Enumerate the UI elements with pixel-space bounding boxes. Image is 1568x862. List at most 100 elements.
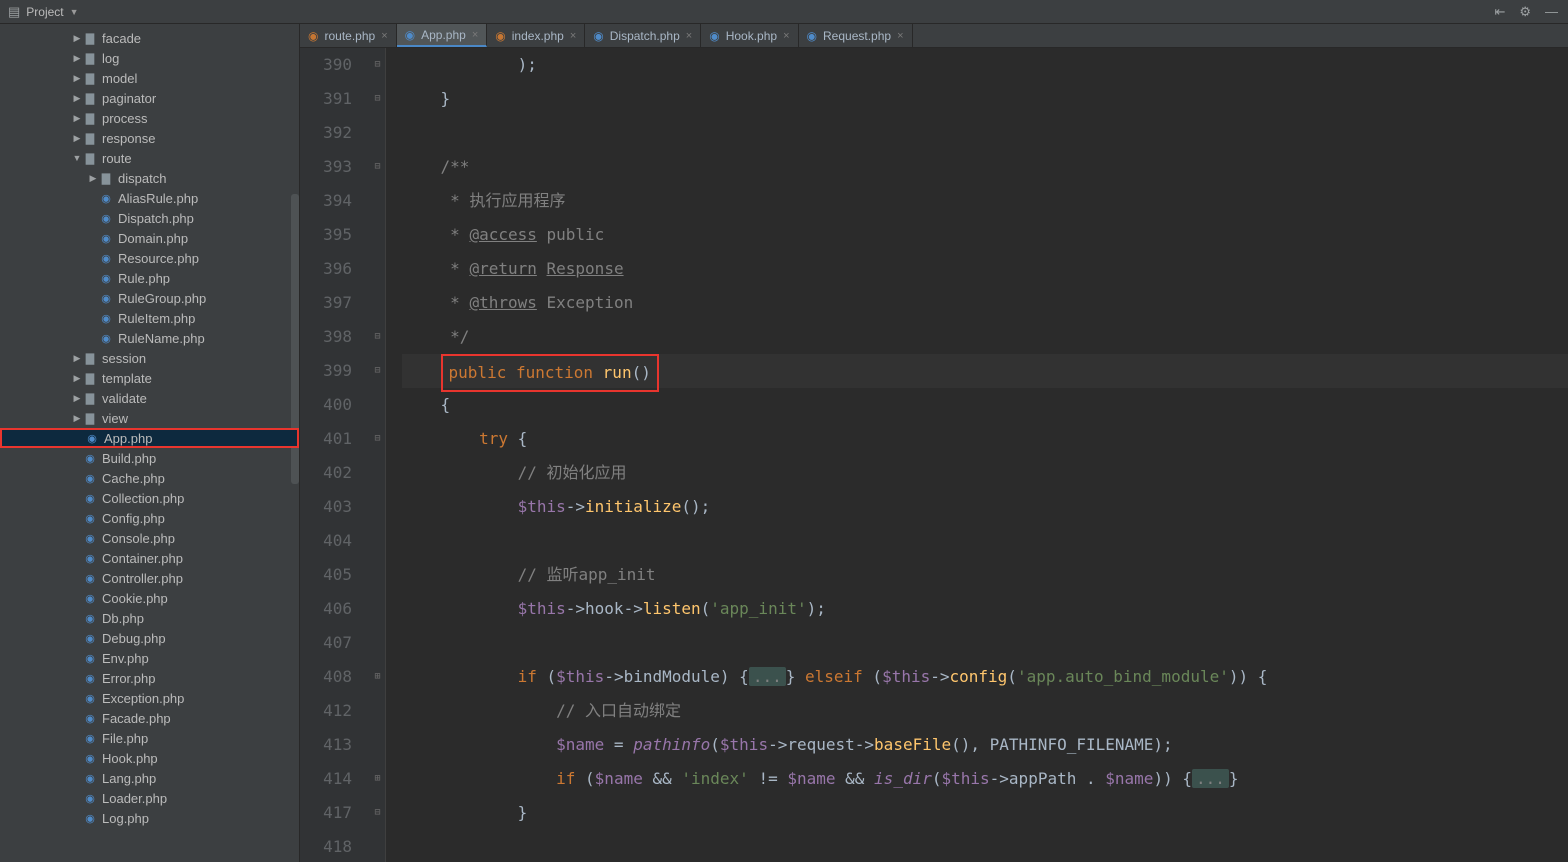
tree-twisty-icon[interactable]: ▼ [72, 153, 82, 163]
tree-twisty-icon[interactable]: ▶ [72, 393, 82, 404]
tree-item-loader-php[interactable]: ◉Loader.php [0, 788, 299, 808]
tree-item-debug-php[interactable]: ◉Debug.php [0, 628, 299, 648]
tree-item-aliasrule-php[interactable]: ◉AliasRule.php [0, 188, 299, 208]
fold-marker[interactable]: ⊟ [370, 422, 385, 456]
tree-item-app-php[interactable]: ◉App.php [0, 428, 299, 448]
code-line[interactable]: * @return Response [402, 252, 1568, 286]
tree-item-exception-php[interactable]: ◉Exception.php [0, 688, 299, 708]
fold-marker[interactable]: ⊞ [370, 660, 385, 694]
code-line[interactable]: try { [402, 422, 1568, 456]
tree-item-domain-php[interactable]: ◉Domain.php [0, 228, 299, 248]
tree-item-lang-php[interactable]: ◉Lang.php [0, 768, 299, 788]
tree-item-container-php[interactable]: ◉Container.php [0, 548, 299, 568]
tree-item-resource-php[interactable]: ◉Resource.php [0, 248, 299, 268]
tree-twisty-icon[interactable]: ▶ [72, 373, 82, 384]
code-line[interactable]: $this->initialize(); [402, 490, 1568, 524]
code-line[interactable]: // 初始化应用 [402, 456, 1568, 490]
caret-down-icon[interactable]: ▼ [70, 7, 79, 17]
tree-item-build-php[interactable]: ◉Build.php [0, 448, 299, 468]
code-line[interactable]: ); [402, 48, 1568, 82]
tree-item-template[interactable]: ▶▇template [0, 368, 299, 388]
tab-index-php[interactable]: ◉index.php× [487, 24, 585, 47]
tree-item-facade[interactable]: ▶▇facade [0, 28, 299, 48]
tree-item-file-php[interactable]: ◉File.php [0, 728, 299, 748]
tab-route-php[interactable]: ◉route.php× [300, 24, 397, 47]
tree-item-controller-php[interactable]: ◉Controller.php [0, 568, 299, 588]
tree-item-config-php[interactable]: ◉Config.php [0, 508, 299, 528]
close-icon[interactable]: × [472, 29, 478, 41]
code-line[interactable]: $this->hook->listen('app_init'); [402, 592, 1568, 626]
fold-marker[interactable]: ⊟ [370, 796, 385, 830]
code-line[interactable] [402, 116, 1568, 150]
project-label[interactable]: Project [26, 5, 63, 19]
tree-item-model[interactable]: ▶▇model [0, 68, 299, 88]
code-line[interactable]: */ [402, 320, 1568, 354]
tree-item-route[interactable]: ▼▇route [0, 148, 299, 168]
tree-twisty-icon[interactable]: ▶ [88, 173, 98, 184]
tree-twisty-icon[interactable]: ▶ [72, 93, 82, 104]
fold-marker[interactable]: ⊟ [370, 320, 385, 354]
tree-twisty-icon[interactable]: ▶ [72, 133, 82, 144]
code-editor[interactable]: 3903913923933943953963973983994004014024… [300, 48, 1568, 862]
code-line[interactable]: public function run() [402, 354, 1568, 388]
tab-hook-php[interactable]: ◉Hook.php× [701, 24, 798, 47]
code-line[interactable]: * @throws Exception [402, 286, 1568, 320]
close-icon[interactable]: × [686, 30, 692, 42]
tree-item-session[interactable]: ▶▇session [0, 348, 299, 368]
code-line[interactable]: if ($name && 'index' != $name && is_dir(… [402, 762, 1568, 796]
fold-marker[interactable]: ⊟ [370, 150, 385, 184]
tree-item-view[interactable]: ▶▇view [0, 408, 299, 428]
tree-item-hook-php[interactable]: ◉Hook.php [0, 748, 299, 768]
code-line[interactable]: } [402, 796, 1568, 830]
tree-item-collection-php[interactable]: ◉Collection.php [0, 488, 299, 508]
tab-request-php[interactable]: ◉Request.php× [799, 24, 913, 47]
tree-item-dispatch-php[interactable]: ◉Dispatch.php [0, 208, 299, 228]
project-sidebar[interactable]: ▶▇facade▶▇log▶▇model▶▇paginator▶▇process… [0, 24, 300, 862]
tree-item-rule-php[interactable]: ◉Rule.php [0, 268, 299, 288]
tree-item-rulename-php[interactable]: ◉RuleName.php [0, 328, 299, 348]
code-line[interactable] [402, 626, 1568, 660]
tree-twisty-icon[interactable]: ▶ [72, 353, 82, 364]
code-line[interactable] [402, 830, 1568, 862]
tree-twisty-icon[interactable]: ▶ [72, 33, 82, 44]
tree-item-validate[interactable]: ▶▇validate [0, 388, 299, 408]
tree-twisty-icon[interactable]: ▶ [72, 73, 82, 84]
tab-dispatch-php[interactable]: ◉Dispatch.php× [585, 24, 701, 47]
tree-item-response[interactable]: ▶▇response [0, 128, 299, 148]
tree-item-cache-php[interactable]: ◉Cache.php [0, 468, 299, 488]
code-content[interactable]: ); } /** * 执行应用程序 * @access public * @re… [386, 48, 1568, 862]
code-line[interactable] [402, 524, 1568, 558]
fold-marker[interactable]: ⊟ [370, 82, 385, 116]
code-line[interactable]: /** [402, 150, 1568, 184]
hide-icon[interactable]: — [1545, 4, 1558, 19]
collapse-icon[interactable]: ⇤ [1494, 4, 1505, 20]
tree-item-error-php[interactable]: ◉Error.php [0, 668, 299, 688]
tree-twisty-icon[interactable]: ▶ [72, 53, 82, 64]
tree-item-paginator[interactable]: ▶▇paginator [0, 88, 299, 108]
tree-item-env-php[interactable]: ◉Env.php [0, 648, 299, 668]
close-icon[interactable]: × [381, 30, 387, 42]
code-line[interactable]: if ($this->bindModule) {...} elseif ($th… [402, 660, 1568, 694]
code-line[interactable]: { [402, 388, 1568, 422]
close-icon[interactable]: × [783, 30, 789, 42]
code-line[interactable]: // 监听app_init [402, 558, 1568, 592]
fold-marker[interactable]: ⊟ [370, 48, 385, 82]
tree-item-ruleitem-php[interactable]: ◉RuleItem.php [0, 308, 299, 328]
close-icon[interactable]: × [570, 30, 576, 42]
tree-item-cookie-php[interactable]: ◉Cookie.php [0, 588, 299, 608]
tree-item-facade-php[interactable]: ◉Facade.php [0, 708, 299, 728]
code-line[interactable]: // 入口自动绑定 [402, 694, 1568, 728]
tree-twisty-icon[interactable]: ▶ [72, 113, 82, 124]
tree-item-console-php[interactable]: ◉Console.php [0, 528, 299, 548]
tab-app-php[interactable]: ◉App.php× [397, 24, 488, 47]
tree-item-dispatch[interactable]: ▶▇dispatch [0, 168, 299, 188]
gear-icon[interactable]: ⚙ [1519, 4, 1531, 20]
close-icon[interactable]: × [897, 30, 903, 42]
fold-marker[interactable]: ⊞ [370, 762, 385, 796]
fold-marker[interactable]: ⊟ [370, 354, 385, 388]
tree-item-log-php[interactable]: ◉Log.php [0, 808, 299, 828]
tree-item-db-php[interactable]: ◉Db.php [0, 608, 299, 628]
tree-item-log[interactable]: ▶▇log [0, 48, 299, 68]
tree-item-process[interactable]: ▶▇process [0, 108, 299, 128]
tree-twisty-icon[interactable]: ▶ [72, 413, 82, 424]
